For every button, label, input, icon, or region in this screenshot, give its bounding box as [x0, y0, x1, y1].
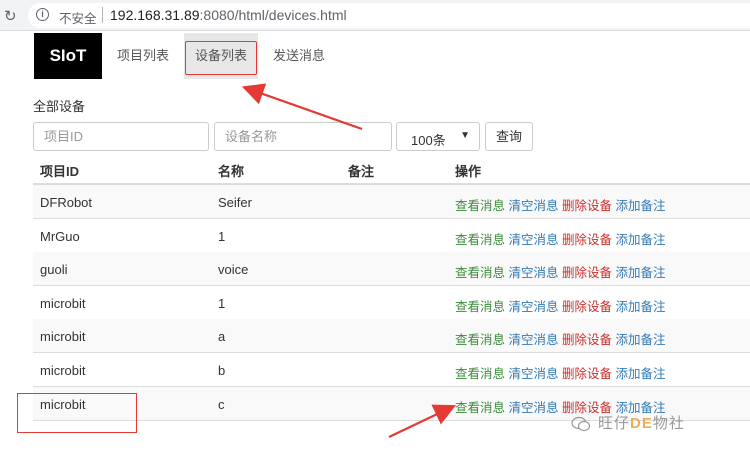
- chevron-down-icon: ▼: [460, 130, 470, 141]
- table-row: microbit b 查看消息 清空消息 删除设备 添加备注: [33, 353, 750, 387]
- watermark-suffix: 物社: [652, 415, 685, 432]
- cell-project-id: DFRobot: [40, 195, 93, 210]
- delete-device-link[interactable]: 删除设备: [562, 233, 612, 247]
- brand-logo[interactable]: SIoT: [34, 33, 102, 79]
- row-actions: 查看消息 清空消息 删除设备 添加备注: [455, 229, 666, 248]
- wechat-icon: [571, 416, 591, 432]
- url-text[interactable]: 192.168.31.89:8080/html/devices.html: [110, 7, 347, 23]
- cell-project-id: guoli: [40, 262, 68, 278]
- table-row: guoli voice 查看消息 清空消息 删除设备 添加备注: [33, 252, 750, 287]
- page-size-select[interactable]: 100条 ▼: [396, 122, 480, 151]
- add-note-link[interactable]: 添加备注: [616, 367, 666, 381]
- clear-message-link[interactable]: 清空消息: [509, 233, 559, 247]
- cell-name: 1: [218, 228, 226, 244]
- device-name-input[interactable]: [214, 122, 392, 151]
- column-header-name: 名称: [218, 164, 245, 179]
- clear-message-link[interactable]: 清空消息: [509, 401, 559, 415]
- cell-name: Seifer: [218, 195, 252, 210]
- watermark-prefix: 旺仔: [598, 415, 631, 432]
- clear-message-link[interactable]: 清空消息: [509, 199, 559, 213]
- clear-message-link[interactable]: 清空消息: [509, 300, 559, 314]
- table-header: 项目ID 名称 备注 操作: [33, 152, 750, 185]
- cell-project-id: MrGuo: [40, 228, 80, 244]
- clear-message-link[interactable]: 清空消息: [509, 333, 559, 347]
- row-actions: 查看消息 清空消息 删除设备 添加备注: [455, 329, 666, 348]
- clear-message-link[interactable]: 清空消息: [509, 367, 559, 381]
- cell-project-id: microbit: [40, 295, 86, 311]
- add-note-link[interactable]: 添加备注: [616, 233, 666, 247]
- nav-item-projects[interactable]: 项目列表: [104, 33, 182, 79]
- cell-project-id: microbit: [40, 363, 86, 378]
- column-header-note: 备注: [348, 164, 375, 179]
- reload-icon[interactable]: ↻: [4, 7, 17, 25]
- add-note-link[interactable]: 添加备注: [616, 199, 666, 213]
- delete-device-link[interactable]: 删除设备: [562, 333, 612, 347]
- watermark: 旺仔DE物社: [598, 412, 685, 433]
- table-row: MrGuo 1 查看消息 清空消息 删除设备 添加备注: [33, 219, 750, 253]
- add-note-link[interactable]: 添加备注: [616, 300, 666, 314]
- top-navbar: SIoT 项目列表 设备列表 发送消息: [34, 33, 750, 79]
- column-header-project-id: 项目ID: [40, 164, 80, 179]
- delete-device-link[interactable]: 删除设备: [562, 367, 612, 381]
- project-id-input[interactable]: [33, 122, 209, 151]
- omnibox-separator: [102, 7, 103, 23]
- delete-device-link[interactable]: 删除设备: [562, 266, 612, 280]
- view-message-link[interactable]: 查看消息: [455, 367, 505, 381]
- row-actions: 查看消息 清空消息 删除设备 添加备注: [455, 363, 666, 382]
- url-host: 192.168.31.89: [110, 7, 200, 23]
- delete-device-link[interactable]: 删除设备: [562, 199, 612, 213]
- cell-name: voice: [218, 262, 249, 278]
- section-title: 全部设备: [33, 99, 86, 114]
- clear-message-link[interactable]: 清空消息: [509, 266, 559, 280]
- table-row: microbit a 查看消息 清空消息 删除设备 添加备注: [33, 319, 750, 354]
- table-row: DFRobot Seifer 查看消息 清空消息 删除设备 添加备注: [33, 185, 750, 219]
- view-message-link[interactable]: 查看消息: [455, 199, 505, 213]
- browser-toolbar: ↻ i 不安全 192.168.31.89:8080/html/devices.…: [0, 0, 750, 31]
- table-row: microbit 1 查看消息 清空消息 删除设备 添加备注: [33, 286, 750, 320]
- column-header-actions: 操作: [455, 164, 482, 179]
- page-size-value: 100条: [411, 133, 446, 148]
- row-actions: 查看消息 清空消息 删除设备 添加备注: [455, 195, 666, 214]
- query-button[interactable]: 查询: [485, 122, 533, 151]
- add-note-link[interactable]: 添加备注: [616, 333, 666, 347]
- view-message-link[interactable]: 查看消息: [455, 266, 505, 280]
- cell-name: a: [218, 329, 226, 345]
- delete-device-link[interactable]: 删除设备: [562, 300, 612, 314]
- view-message-link[interactable]: 查看消息: [455, 300, 505, 314]
- add-note-link[interactable]: 添加备注: [616, 266, 666, 280]
- highlight-box-microbit-row: [17, 393, 137, 433]
- url-path: :8080/html/devices.html: [199, 7, 347, 23]
- row-actions: 查看消息 清空消息 删除设备 添加备注: [455, 262, 666, 281]
- info-icon[interactable]: i: [36, 8, 49, 21]
- address-bar[interactable]: i 不安全 192.168.31.89:8080/html/devices.ht…: [28, 3, 750, 28]
- view-message-link[interactable]: 查看消息: [455, 233, 505, 247]
- cell-name: c: [218, 396, 225, 412]
- row-actions: 查看消息 清空消息 删除设备 添加备注: [455, 296, 666, 315]
- highlight-box-devices-tab: [185, 41, 257, 75]
- security-label: 不安全: [59, 12, 97, 26]
- nav-item-send-message[interactable]: 发送消息: [260, 33, 338, 79]
- view-message-link[interactable]: 查看消息: [455, 333, 505, 347]
- watermark-logo: DE: [630, 415, 653, 432]
- view-message-link[interactable]: 查看消息: [455, 401, 505, 415]
- cell-name: 1: [218, 295, 226, 311]
- cell-project-id: microbit: [40, 329, 86, 345]
- cell-name: b: [218, 363, 226, 378]
